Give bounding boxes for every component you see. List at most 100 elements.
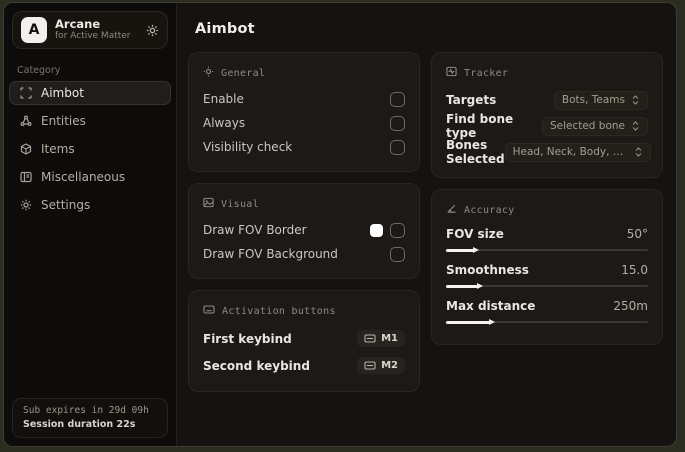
sidebar-item-aimbot[interactable]: Aimbot [9,81,171,105]
bones-selected-dropdown[interactable]: Head, Neck, Body, Pe… [504,142,651,162]
cube-icon [18,143,33,155]
keybind-value: M2 [381,360,398,371]
setting-label: FOV size [446,227,504,241]
sidebar-item-label: Aimbot [41,86,84,100]
brand-subtitle: for Active Matter [55,31,131,42]
mouse-button-icon [364,361,376,370]
sidebar-item-label: Entities [41,114,86,128]
keybind-value: M1 [381,333,398,344]
dropdown-value: Head, Neck, Body, Pe… [512,146,628,158]
section-title: Accuracy [464,204,515,216]
focus-icon [203,66,214,80]
first-keybind-button[interactable]: M1 [357,330,405,347]
setting-label: Find bone type [446,112,514,140]
setting-label: Targets [446,93,497,107]
slider-fill [446,319,496,325]
setting-label: Bones Selected [446,138,505,166]
always-checkbox[interactable] [390,115,405,131]
accuracy-section: Accuracy FOV size 50° Smoothness 15.0 Ma… [431,189,663,345]
brand-logo: A [21,17,47,43]
unfold-icon [632,121,639,131]
sidebar-item-label: Settings [41,198,91,212]
tracker-section: Tracker Targets Bots, Teams Find bone ty… [431,52,663,178]
app-window: A Arcane for Active Matter Category Aimb… [3,2,677,447]
find-bone-type-dropdown[interactable]: Selected bone [541,116,648,136]
keyboard-icon [203,304,215,318]
slider-thumb[interactable] [489,319,496,325]
image-icon [203,197,214,211]
page-title: Aimbot [195,21,255,37]
session-duration-text: Session duration 22s [23,419,136,430]
sidebar-item-settings[interactable]: Settings [9,193,171,217]
gear-icon[interactable] [146,24,159,37]
left-column: General Enable Always Visibility check V… [188,52,420,392]
sidebar-item-entities[interactable]: Entities [9,109,171,133]
brand-card: A Arcane for Active Matter [12,11,168,49]
section-title: Activation buttons [222,305,336,317]
visual-section: Visual Draw FOV Border Draw FOV Backgrou… [188,183,420,279]
subscription-info: Sub expires in 29d 09h Session duration … [12,398,168,438]
unfold-icon [635,147,642,157]
smoothness-slider[interactable] [446,283,648,289]
targets-dropdown[interactable]: Bots, Teams [553,90,648,110]
setting-row-targets: Targets Bots, Teams [446,87,648,113]
setting-row-enable: Enable [203,87,405,111]
slider-thumb[interactable] [477,283,484,289]
dropdown-value: Bots, Teams [561,94,625,106]
sidebar-item-label: Items [41,142,75,156]
setting-label: Draw FOV Border [203,223,307,237]
setting-label: Max distance [446,299,536,313]
brand-text: Arcane for Active Matter [55,17,138,42]
setting-row-find-bone-type: Find bone type Selected bone [446,112,648,140]
setting-label: Smoothness [446,263,529,277]
slider-fill [446,247,480,253]
section-title: Tracker [464,67,509,79]
setting-row-second-keybind: Second keybind M2 [203,352,405,379]
fov-size-slider-group: FOV size 50° [446,224,648,253]
setting-label: Second keybind [203,358,310,373]
main-panel: Aimbot General Enable Always Visibility … [177,3,676,446]
slider-thumb[interactable] [473,247,480,253]
visibility-check-checkbox[interactable] [390,139,405,155]
setting-row-first-keybind: First keybind M1 [203,325,405,352]
section-title: Visual [221,198,259,210]
draw-fov-background-checkbox[interactable] [390,246,405,262]
category-label: Category [17,65,61,76]
setting-row-draw-fov-background: Draw FOV Background [203,242,405,266]
smoothness-slider-group: Smoothness 15.0 [446,260,648,289]
unfold-icon [632,95,639,105]
right-column: Tracker Targets Bots, Teams Find bone ty… [431,52,663,345]
fov-border-color-swatch[interactable] [370,223,383,237]
dropdown-value: Selected bone [549,120,625,132]
setting-row-always: Always [203,111,405,135]
setting-label: Visibility check [203,140,293,154]
slider-value: 250m [613,299,648,313]
second-keybind-button[interactable]: M2 [357,357,405,374]
gear-icon [18,199,33,211]
section-title: General [221,67,266,79]
sub-expiry-text: Sub expires in 29d 09h [23,405,149,416]
scan-icon [18,87,33,99]
setting-row-bones-selected: Bones Selected Head, Neck, Body, Pe… [446,138,651,166]
mouse-button-icon [364,334,376,343]
setting-label: Draw FOV Background [203,247,338,261]
angle-icon [446,203,457,217]
setting-row-visibility-check: Visibility check [203,135,405,159]
sidebar-item-miscellaneous[interactable]: Miscellaneous [9,165,171,189]
fov-size-slider[interactable] [446,247,648,253]
sidebar-item-items[interactable]: Items [9,137,171,161]
draw-fov-border-checkbox[interactable] [390,222,405,238]
activation-buttons-section: Activation buttons First keybind M1 Seco… [188,290,420,392]
enable-checkbox[interactable] [390,91,405,107]
general-section: General Enable Always Visibility check [188,52,420,172]
max-distance-slider-group: Max distance 250m [446,296,648,325]
entities-icon [18,115,33,127]
setting-row-draw-fov-border: Draw FOV Border [203,218,405,242]
sidebar: A Arcane for Active Matter Category Aimb… [4,3,177,446]
setting-label: First keybind [203,331,292,346]
slider-fill [446,283,484,289]
max-distance-slider[interactable] [446,319,648,325]
sidebar-item-label: Miscellaneous [41,170,126,184]
panels-icon [18,171,33,183]
brand-name: Arcane [55,17,101,32]
